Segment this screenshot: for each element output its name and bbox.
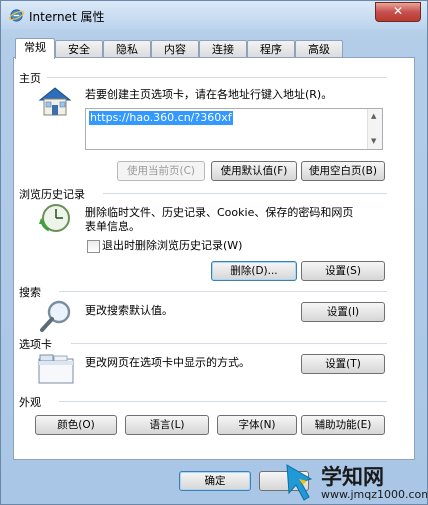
watermark-name: 学知网 — [321, 465, 384, 489]
history-divider — [103, 193, 387, 194]
delete-on-exit-checkbox[interactable] — [87, 240, 100, 253]
watermark-url: www.jmqz1000.com — [321, 488, 428, 501]
use-current-button[interactable]: 使用当前页(C) — [117, 161, 205, 181]
tabs-settings-button[interactable]: 设置(T) — [301, 354, 385, 374]
appearance-divider — [59, 401, 387, 402]
tabs-window-icon — [38, 354, 74, 384]
home-divider — [47, 77, 387, 78]
use-default-button[interactable]: 使用默认值(F) — [211, 161, 297, 181]
tab-programs[interactable]: 程序 — [247, 40, 295, 58]
ok-button[interactable]: 确定 — [179, 471, 251, 491]
watermark-arrow-icon — [286, 464, 313, 501]
appearance-heading: 外观 — [19, 396, 41, 409]
tab-privacy[interactable]: 隐私 — [103, 40, 151, 58]
tab-content[interactable]: 内容 — [151, 40, 199, 58]
internet-options-window: Internet 属性 ✕ 常规 安全 隐私 内容 连接 程序 高级 主页 若要… — [0, 0, 428, 505]
scroll-up-icon[interactable]: ▲ — [371, 112, 376, 120]
tab-advanced[interactable]: 高级 — [295, 40, 343, 58]
tabs-heading: 选项卡 — [19, 338, 52, 351]
homepage-url[interactable]: https://hao.360.cn/?360xf — [89, 111, 233, 125]
tabs-divider — [71, 343, 387, 344]
history-clock-icon — [39, 204, 70, 232]
delete-history-button[interactable]: 删除(D)... — [211, 261, 297, 281]
window-title: Internet 属性 — [29, 10, 105, 24]
history-heading: 浏览历史记录 — [19, 188, 85, 201]
title-bar[interactable]: Internet 属性 ✕ — [1, 1, 427, 29]
languages-button[interactable]: 语言(L) — [125, 415, 209, 435]
use-blank-button[interactable]: 使用空白页(B) — [301, 161, 385, 181]
tab-security[interactable]: 安全 — [55, 40, 103, 58]
home-icon — [38, 87, 72, 116]
history-desc-line1: 删除临时文件、历史记录、Cookie、保存的密码和网页 — [85, 206, 354, 219]
colors-button[interactable]: 颜色(O) — [35, 415, 117, 435]
search-magnifier-icon — [40, 300, 71, 332]
history-settings-button[interactable]: 设置(S) — [301, 261, 385, 281]
tabs-desc: 更改网页在选项卡中显示的方式。 — [85, 356, 250, 369]
homepage-scrollbar[interactable]: ▲ ▼ — [367, 109, 382, 149]
tab-general[interactable]: 常规 — [15, 38, 55, 59]
search-settings-button[interactable]: 设置(I) — [301, 302, 385, 322]
history-desc-line2: 表单信息。 — [85, 220, 140, 233]
home-prompt: 若要创建主页选项卡，请在各地址行键入地址(R)。 — [85, 88, 333, 101]
homepage-address-box[interactable]: https://hao.360.cn/?360xf ▲ ▼ — [85, 108, 383, 150]
search-desc: 更改搜索默认值。 — [85, 304, 173, 317]
accessibility-button[interactable]: 辅助功能(E) — [301, 415, 385, 435]
watermark-logo: 学知网 www.jmqz1000.com — [281, 459, 428, 504]
home-heading: 主页 — [19, 72, 41, 85]
close-icon: ✕ — [392, 4, 404, 18]
scroll-down-icon[interactable]: ▼ — [371, 137, 376, 145]
delete-on-exit-label[interactable]: 退出时删除浏览历史记录(W) — [102, 239, 242, 253]
fonts-button[interactable]: 字体(N) — [217, 415, 297, 435]
tab-connections[interactable]: 连接 — [199, 40, 247, 58]
internet-explorer-icon — [9, 9, 24, 22]
search-divider — [59, 291, 387, 292]
search-heading: 搜索 — [19, 286, 41, 299]
close-button[interactable]: ✕ — [375, 2, 421, 22]
